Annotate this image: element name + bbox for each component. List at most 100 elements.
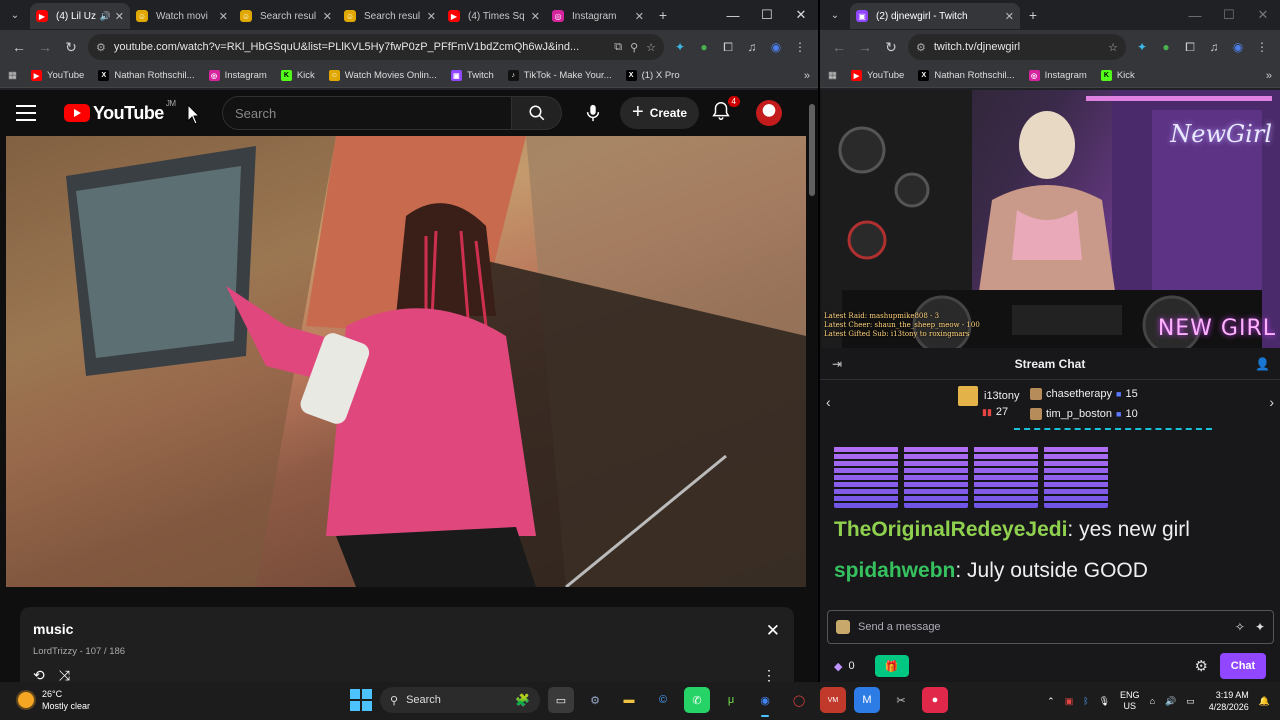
bluetooth-icon[interactable]: ᛒ [1083, 696, 1088, 706]
scrollbar-thumb[interactable] [809, 104, 815, 196]
maximize-icon[interactable]: ☐ [750, 0, 784, 30]
start-windows-icon[interactable] [350, 689, 372, 711]
page-scrollbar[interactable] [808, 90, 816, 680]
close-window-icon[interactable]: ✕ [1246, 0, 1280, 30]
chat-input[interactable]: Send a message ✧ ✦ [827, 610, 1274, 644]
avatar[interactable] [756, 100, 782, 126]
ccleaner-icon[interactable]: © [650, 687, 676, 713]
bookmark-kick[interactable]: K Kick [1100, 70, 1135, 81]
whatsapp-icon[interactable]: ✆ [684, 687, 710, 713]
maximize-icon[interactable]: ☐ [1212, 0, 1246, 30]
notifications-bell-icon[interactable]: 🔔 [1259, 696, 1270, 707]
microphone-icon[interactable]: 🎙 [1099, 696, 1110, 707]
chat-username[interactable]: TheOriginalRedeyeJedi [834, 518, 1067, 541]
more-bookmarks-chevron-icon[interactable]: » [804, 70, 810, 82]
bookmark-youtube[interactable]: ▶ YouTube [850, 70, 904, 81]
bookmark-watch-movies[interactable]: ☺ Watch Movies Onlin... [328, 70, 437, 81]
shuffle-icon[interactable]: ⤨ [59, 667, 70, 682]
bookmark-nathan-rothschild[interactable]: X Nathan Rothschil... [918, 70, 1015, 81]
youtube-logo[interactable]: YouTube JM [64, 99, 176, 124]
tab-search-chevron-icon[interactable]: ⌄ [0, 2, 30, 28]
network-icon[interactable]: ⌂ [1150, 696, 1155, 706]
stream-player[interactable]: Latest Raid: mashupmike808 - 3 Latest Ch… [822, 90, 1280, 348]
close-tab-icon[interactable]: ✕ [319, 10, 332, 23]
bookmark-twitch[interactable]: ▣ Twitch [450, 70, 494, 81]
tab-search-results-1[interactable]: ☺ Search resul ✕ [234, 3, 338, 29]
extension-green-icon[interactable]: ● [1154, 35, 1178, 59]
address-bar[interactable]: ⚙ twitch.tv/djnewgirl ☆ [908, 34, 1126, 60]
bookmark-nathan-rothschild[interactable]: X Nathan Rothschil... [98, 70, 195, 81]
video-player[interactable] [6, 136, 806, 587]
tab-watch-movies[interactable]: ☺ Watch movi ✕ [130, 3, 234, 29]
address-bar[interactable]: ⚙ youtube.com/watch?v=RKl_HbGSquU&list=P… [88, 34, 664, 60]
extension-translate-icon[interactable]: ✦ [1255, 620, 1265, 634]
close-tab-icon[interactable]: ✕ [423, 10, 436, 23]
reload-icon[interactable]: ↻ [58, 34, 84, 60]
extension-translate-icon[interactable]: ✦ [668, 35, 692, 59]
bookmark-star-icon[interactable]: ☆ [646, 41, 656, 54]
minimize-icon[interactable]: — [716, 0, 750, 30]
apps-grid-icon[interactable]: ▦ [828, 70, 837, 81]
speaker-icon[interactable]: 🔊 [100, 11, 111, 22]
tab-instagram[interactable]: ◎ Instagram ✕ [546, 3, 650, 29]
close-tab-icon[interactable]: ✕ [215, 10, 228, 23]
search-input[interactable]: Search [222, 96, 512, 130]
utorrent-icon[interactable]: μ [718, 687, 744, 713]
menu-hamburger-icon[interactable] [16, 105, 36, 121]
close-tab-icon[interactable]: ✕ [527, 10, 540, 23]
community-icon[interactable]: 👤 [1255, 357, 1270, 371]
malwarebytes-icon[interactable]: M [854, 687, 880, 713]
extensions-puzzle-icon[interactable]: ⧠ [1178, 35, 1202, 59]
site-info-icon[interactable]: ⚙ [96, 41, 106, 54]
minimize-icon[interactable]: — [1178, 0, 1212, 30]
back-arrow-icon[interactable]: ← [826, 34, 852, 60]
close-tab-icon[interactable]: ✕ [111, 10, 124, 23]
forward-arrow-icon[interactable]: → [852, 34, 878, 60]
task-view-icon[interactable]: ▭ [548, 687, 574, 713]
search-button[interactable] [512, 96, 562, 130]
tab-twitch-djnewgirl[interactable]: ▣ (2) djnewgirl - Twitch ✕ [850, 3, 1020, 29]
voice-search-button[interactable] [578, 96, 608, 130]
extension-translate-icon[interactable]: ✦ [1130, 35, 1154, 59]
volume-icon[interactable]: 🔊 [1165, 696, 1176, 707]
chevron-left-icon[interactable]: ‹ [826, 394, 831, 410]
gift-sub-button[interactable]: 🎁 [874, 655, 909, 677]
voicemeeter-icon[interactable]: VM [820, 687, 846, 713]
back-arrow-icon[interactable]: ← [6, 34, 32, 60]
bookmark-tiktok[interactable]: ♪ TikTok - Make Your... [507, 70, 612, 81]
bookmark-youtube[interactable]: ▶ YouTube [30, 70, 84, 81]
reload-icon[interactable]: ↻ [878, 34, 904, 60]
weather-widget[interactable]: 26°C Mostly clear [18, 688, 90, 712]
tab-search-results-2[interactable]: ☺ Search resul ✕ [338, 3, 442, 29]
gifter-row[interactable]: chasetherapy ■ 15 [1030, 388, 1138, 400]
close-tab-icon[interactable]: ✕ [631, 10, 644, 23]
record-app-icon[interactable]: ● [922, 687, 948, 713]
chat-send-button[interactable]: Chat [1220, 653, 1266, 679]
notifications-button[interactable]: 4 [710, 96, 740, 124]
site-info-icon[interactable]: ⚙ [916, 41, 926, 54]
top-gifter[interactable]: i13tony [958, 386, 1019, 406]
browser-menu-icon[interactable]: ⋮ [1250, 35, 1274, 59]
bookmark-star-icon[interactable]: ☆ [1108, 41, 1118, 54]
chat-settings-gear-icon[interactable]: ⚙ [1195, 657, 1208, 675]
channel-points[interactable]: ◆ 0 [834, 660, 855, 673]
chat-username[interactable]: spidahwebn [834, 559, 955, 582]
snipping-tool-icon[interactable]: ✂ [888, 687, 914, 713]
emote-picker-icon[interactable]: ✧ [1235, 620, 1245, 634]
taskbar-search[interactable]: ⚲ Search 🧩 [380, 687, 540, 713]
show-hidden-icons-chevron-icon[interactable]: ⌃ [1047, 696, 1055, 707]
forward-arrow-icon[interactable]: → [32, 34, 58, 60]
new-tab-button[interactable]: + [1020, 2, 1046, 28]
playlist-title[interactable]: music [33, 621, 781, 637]
tray-app-icon[interactable]: ▣ [1065, 696, 1074, 707]
zoom-icon[interactable]: ⚲ [630, 41, 638, 54]
system-clock[interactable]: 3:19 AM 4/28/2026 [1209, 689, 1249, 713]
chevron-right-icon[interactable]: › [1269, 394, 1274, 410]
collapse-chat-icon[interactable]: ⇥ [832, 357, 842, 371]
close-tab-icon[interactable]: ✕ [1001, 10, 1014, 23]
file-explorer-icon[interactable]: ▬ [616, 687, 642, 713]
close-playlist-icon[interactable]: ✕ [766, 621, 780, 641]
chrome-icon[interactable]: ◉ [752, 687, 778, 717]
more-bookmarks-chevron-icon[interactable]: » [1266, 70, 1272, 82]
bookmark-instagram[interactable]: ◎ Instagram [208, 70, 267, 81]
